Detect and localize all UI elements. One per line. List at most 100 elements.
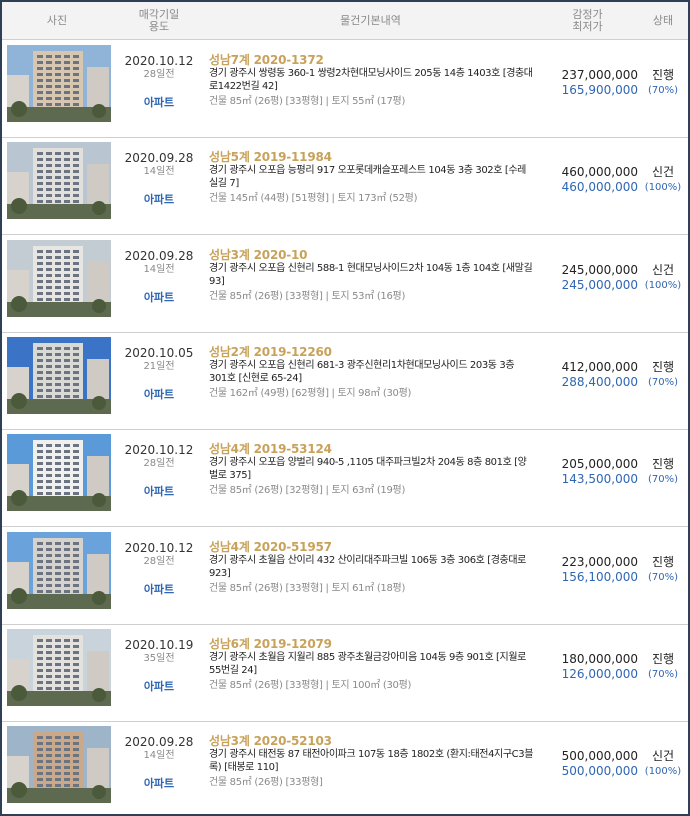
price-ratio: (70%) [647,571,679,583]
price-ratio: (100%) [644,279,682,291]
auction-date: 2020.10.12 [124,54,194,68]
header-photo: 사진 [2,2,112,40]
area-info: 건물 85㎡ (26평) [33평형] | 토지 61㎡ (18평) [209,582,406,594]
days-until: 14일전 [143,166,175,178]
header-details: 물건기본내역 [207,2,534,40]
case-number-link[interactable]: 성남4계 2020-51957 [209,540,534,554]
property-use: 아파트 [143,485,175,499]
property-address: 경기 광주시 쌍령동 360-1 쌍령2차현대모닝사이드 205동 14층 14… [209,68,533,92]
auction-row[interactable]: 2020.09.28 14일전아파트 성남3계 2020-10 경기 광주시 오포읍 … [2,236,688,333]
property-address: 경기 광주시 태전동 87 태전아이파크 107동 18층 1802호 (환지:… [209,749,533,774]
property-address: 경기 광주시 오포읍 능평리 917 오포롯데캐슬포레스트 104동 3층 30… [209,165,526,190]
property-photo[interactable] [7,45,111,122]
header-price: 감정가 최저가 [537,2,638,40]
days-until: 35일전 [143,652,175,664]
area-info: 건물 85㎡ (26평) [33평형] | 토지 53㎡ (16평) [209,290,406,302]
days-until: 14일전 [143,750,175,762]
auction-date: 2020.09.28 [124,735,194,750]
auction-row[interactable]: 2020.09.28 14일전 아파트 성남5계 2019-11984 경기 광주시 오… [2,138,688,236]
header-status-label: 상태 [652,14,674,27]
header-photo-label: 사진 [46,14,68,27]
property-photo[interactable] [7,142,111,220]
case-number-link[interactable]: 성남3계 2020-52103 [209,734,534,748]
appraisal-price: 223,000,000 [561,554,638,569]
area-info: 건물 162㎡ (49평) [62평형] | 토지 98㎡ (30평) [209,387,412,399]
days-until: 28일전 [143,555,175,567]
status-badge: 신건 [651,165,675,180]
appraisal-price: 412,000,000 [561,359,638,374]
property-photo[interactable] [7,434,111,512]
header-date-use: 매각기일 용도 [114,2,204,40]
status-badge: 신건 [651,749,675,764]
property-photo[interactable] [7,628,111,706]
price-ratio: (100%) [644,766,682,778]
auction-row[interactable]: 2020.10.19 35일전 아파트 성남6계 2019-12079 경기 광주시 초… [2,625,688,722]
case-number-link[interactable]: 성남3계 2020-10 [209,248,534,262]
property-address: 경기 광주시 초월읍 산이리 432 산이리대주파크빌 106동 3층 306호… [209,554,526,579]
auction-date: 2020.09.28 [124,248,194,263]
minimum-price: 156,100,000 [561,569,638,584]
appraisal-price: 500,000,000 [561,749,638,764]
case-number-link[interactable]: 성남7계 2020-1372 [209,53,534,67]
property-use: 아파트 [143,387,175,401]
property-use: 아파트 [143,96,175,109]
header-use-label: 용도 [148,20,170,33]
status-badge: 신건 [651,262,675,277]
header-status: 상태 [638,2,688,40]
auction-date: 2020.10.12 [124,443,194,458]
auction-date: 2020.10.05 [124,345,194,360]
case-number-link[interactable]: 성남2계 2019-12260 [209,345,534,359]
status-badge: 진행 [651,651,675,666]
header-details-label: 물건기본내역 [340,14,401,27]
appraisal-price: 205,000,000 [561,457,638,472]
property-photo[interactable] [7,239,111,317]
area-info: 건물 85㎡ (26평) [33평형] [209,777,323,789]
auction-row[interactable]: 2020.10.05 21일전 아파트 성남2계 2019-12260 경기 광주시 오… [2,333,688,430]
case-number-link[interactable]: 성남6계 2019-12079 [209,637,534,651]
price-ratio: (70%) [647,85,679,96]
property-photo[interactable] [7,336,111,414]
area-info: 건물 85㎡ (26평) [32평형] | 토지 63㎡ (19평) [209,485,406,497]
header-minimum-label: 최저가 [572,20,603,33]
appraisal-price: 460,000,000 [561,165,638,180]
case-number-link[interactable]: 성남4계 2019-53124 [209,442,534,456]
appraisal-price: 245,000,000 [561,262,638,277]
property-photo[interactable] [7,531,111,609]
property-use: 아파트 [143,193,175,207]
auction-list: 사진 매각기일 용도 물건기본내역 감정가 최저가 상태 2020.10.12 28일… [0,0,690,816]
appraisal-price: 180,000,000 [561,651,638,666]
case-number-link[interactable]: 성남5계 2019-11984 [209,150,534,164]
minimum-price: 288,400,000 [561,374,638,389]
appraisal-price: 237,000,000 [561,68,638,82]
property-use: 아파트 [143,290,175,304]
price-ratio: (70%) [647,474,679,486]
minimum-price: 126,000,000 [561,666,638,681]
minimum-price: 245,000,000 [561,277,638,292]
area-info: 건물 85㎡ (26평) [33평형] | 토지 55㎡ (17평) [209,96,406,107]
days-until: 14일전 [143,263,175,275]
property-use: 아파트 [143,679,175,693]
table-header: 사진 매각기일 용도 물건기본내역 감정가 최저가 상태 [2,2,688,40]
auction-date: 2020.10.19 [124,637,194,652]
status-badge: 진행 [651,68,675,82]
minimum-price: 500,000,000 [561,764,638,779]
auction-row[interactable]: 2020.10.12 28일전아파트 성남7계 2020-1372 경기 광주시 쌍령… [2,41,688,138]
property-photo[interactable] [7,726,111,804]
property-address: 경기 광주시 오포읍 양벌리 940-5 ,1105 대주파크빌2차 204동 … [209,457,527,482]
status-badge: 진행 [651,554,675,569]
status-badge: 진행 [651,359,675,374]
auction-row[interactable]: 2020.10.12 28일전 아파트 성남4계 2019-53124 경기 광주시 오… [2,430,688,528]
auction-row[interactable]: 2020.10.12 28일전 아파트 성남4계 2020-51957 경기 광주시 초… [2,528,688,625]
auction-row[interactable]: 2020.09.28 14일전 아파트 성남3계 2020-52103 경기 광주시 태… [2,722,688,814]
status-badge: 진행 [651,457,675,472]
auction-date: 2020.10.12 [124,540,194,555]
minimum-price: 143,500,000 [561,472,638,487]
price-ratio: (70%) [647,668,679,680]
days-until: 28일전 [143,69,175,80]
property-address: 경기 광주시 오포읍 신현리 588-1 현대모닝사이드2차 104동 1층 1… [209,262,533,287]
price-ratio: (70%) [647,376,679,388]
minimum-price: 165,900,000 [561,83,638,97]
property-address: 경기 광주시 오포읍 신현리 681-3 광주신현리1차현대모닝사이드 203동… [209,359,515,384]
minimum-price: 460,000,000 [561,180,638,195]
price-ratio: (100%) [644,182,682,194]
